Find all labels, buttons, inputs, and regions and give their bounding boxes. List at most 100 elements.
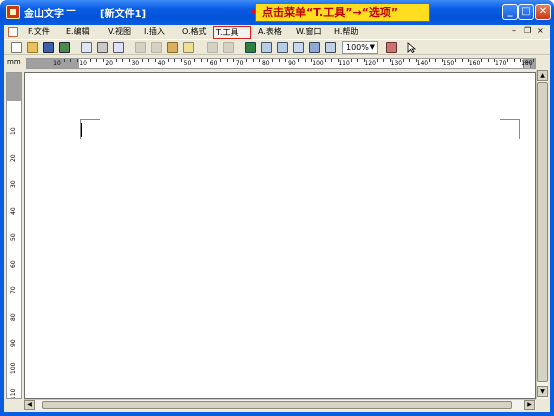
ruler-tick bbox=[402, 59, 404, 62]
ruler-label: 160 bbox=[468, 60, 481, 67]
insert-image-icon[interactable] bbox=[309, 42, 320, 53]
scroll-right-button[interactable]: ▶ bbox=[524, 400, 535, 410]
hyperlink-icon[interactable] bbox=[245, 42, 256, 53]
horizontal-ruler-row: mm 10 10 20 30 40 50 60 70 80 90 100 110 120 130 140 15… bbox=[4, 56, 550, 70]
chevron-down-icon: ▼ bbox=[369, 43, 375, 51]
vruler-top-margin bbox=[7, 73, 21, 101]
instruction-callout: 点击菜单“T.工具”→“选项” bbox=[255, 3, 430, 22]
app-window: 金山文字 — [新文件1] _ □ ✕ 点击菜单“T.工具”→“选项” F.文件… bbox=[0, 0, 554, 416]
format-painter-icon[interactable] bbox=[183, 42, 194, 53]
ruler-tick bbox=[226, 59, 228, 62]
minimize-button[interactable]: _ bbox=[502, 4, 518, 20]
menu-edit[interactable]: E.编辑 bbox=[64, 26, 92, 39]
ruler-tick bbox=[76, 59, 78, 62]
ruler-tick bbox=[376, 59, 378, 62]
ruler-tick bbox=[324, 59, 326, 62]
ruler-tick bbox=[513, 59, 515, 62]
menu-insert[interactable]: I.插入 bbox=[142, 26, 167, 39]
print-icon[interactable] bbox=[97, 42, 108, 53]
insert-table-icon[interactable] bbox=[261, 42, 272, 53]
menu-format[interactable]: O.格式 bbox=[180, 26, 209, 39]
scroll-up-button[interactable]: ▲ bbox=[537, 70, 548, 81]
menu-table[interactable]: A.表格 bbox=[256, 26, 284, 39]
close-button[interactable]: ✕ bbox=[535, 4, 551, 20]
scroll-left-button[interactable]: ◀ bbox=[24, 400, 35, 410]
ruler-label: 20 bbox=[105, 60, 114, 67]
drawing-icon[interactable] bbox=[386, 42, 397, 53]
horizontal-ruler[interactable]: 10 10 20 30 40 50 60 70 80 90 100 110 120 130 140 150 16… bbox=[26, 58, 536, 69]
ruler-tick bbox=[481, 59, 483, 62]
ruler-label: 40 bbox=[157, 60, 166, 67]
insert-frame-icon[interactable] bbox=[277, 42, 288, 53]
open-folder-icon[interactable] bbox=[27, 42, 38, 53]
print-preview-icon[interactable] bbox=[81, 42, 92, 53]
ruler-label: 80 bbox=[261, 60, 270, 67]
size-grip[interactable] bbox=[536, 399, 548, 411]
select-pointer-icon[interactable] bbox=[406, 42, 417, 54]
ruler-label: 70 bbox=[235, 60, 244, 67]
app-title: 金山文字 bbox=[24, 9, 64, 20]
scroll-down-button[interactable]: ▼ bbox=[537, 386, 548, 397]
zoom-value: 100% bbox=[346, 43, 369, 52]
app-logo-icon[interactable] bbox=[6, 5, 20, 19]
document-canvas[interactable] bbox=[24, 72, 536, 399]
zoom-select[interactable]: 100% ▼ bbox=[342, 41, 378, 54]
menu-file[interactable]: F.文件 bbox=[26, 26, 52, 39]
save-icon[interactable] bbox=[43, 42, 54, 53]
ruler-label: 50 bbox=[183, 60, 192, 67]
ruler-tick bbox=[246, 59, 248, 62]
ruler-tick bbox=[461, 59, 463, 62]
insert-textbox-icon[interactable] bbox=[293, 42, 304, 53]
ruler-label: 110 bbox=[338, 60, 350, 67]
ruler-tick bbox=[174, 59, 176, 62]
menu-tools[interactable]: T.工具 bbox=[213, 26, 251, 39]
copy-icon[interactable] bbox=[151, 42, 162, 53]
save-as-icon[interactable] bbox=[59, 42, 70, 53]
insert-chart-icon[interactable] bbox=[325, 42, 336, 53]
ruler-label: 180 bbox=[521, 60, 533, 67]
ruler-tick bbox=[252, 59, 254, 62]
ruler-tick bbox=[233, 59, 235, 62]
maximize-button[interactable]: □ bbox=[518, 4, 534, 20]
standard-toolbar: 100% ▼ bbox=[4, 39, 550, 55]
vruler-label: 10 bbox=[10, 127, 17, 135]
vruler-label: 60 bbox=[10, 259, 17, 268]
client-area: F.文件 E.编辑 V.视图 I.插入 O.格式 T.工具 A.表格 W.窗口 … bbox=[4, 25, 550, 412]
ruler-tick bbox=[200, 59, 202, 62]
ruler-unit: mm bbox=[7, 58, 21, 66]
doc-minimize-button[interactable]: – bbox=[512, 26, 516, 35]
spellcheck-icon[interactable] bbox=[113, 42, 124, 53]
ruler-label: 120 bbox=[364, 60, 376, 67]
vertical-scroll-thumb[interactable] bbox=[537, 82, 548, 382]
vruler-label: 80 bbox=[10, 312, 17, 321]
vertical-scrollbar[interactable]: ▲ ▼ bbox=[536, 70, 548, 399]
menu-view[interactable]: V.视图 bbox=[106, 26, 133, 39]
menu-help[interactable]: H.帮助 bbox=[332, 26, 360, 39]
ruler-tick bbox=[154, 59, 156, 62]
ruler-label: 100 bbox=[312, 60, 324, 67]
new-document-icon[interactable] bbox=[11, 42, 22, 53]
ruler-tick bbox=[89, 59, 91, 62]
menu-window[interactable]: W.窗口 bbox=[294, 26, 324, 39]
text-caret bbox=[81, 123, 82, 137]
title-separator: — bbox=[66, 5, 76, 16]
horizontal-scroll-thumb[interactable] bbox=[42, 401, 512, 409]
ruler-tick bbox=[63, 59, 65, 62]
doc-restore-button[interactable]: ❐ bbox=[524, 26, 531, 35]
paste-icon[interactable] bbox=[167, 42, 178, 53]
document-menu-icon[interactable] bbox=[8, 27, 18, 37]
ruler-label: 170 bbox=[494, 60, 507, 67]
margin-corner-top-right bbox=[500, 119, 520, 139]
vertical-ruler[interactable]: 10 20 30 40 50 60 70 80 90 100 110 bbox=[6, 72, 22, 399]
vruler-label: 110 bbox=[10, 388, 17, 399]
doc-close-button[interactable]: × bbox=[537, 26, 544, 35]
menu-bar: F.文件 E.编辑 V.视图 I.插入 O.格式 T.工具 A.表格 W.窗口 … bbox=[4, 25, 550, 39]
ruler-tick bbox=[167, 59, 169, 62]
horizontal-scrollbar[interactable]: ◀ ▶ bbox=[24, 399, 536, 410]
undo-icon[interactable] bbox=[207, 42, 218, 53]
ruler-tick bbox=[331, 59, 333, 62]
redo-icon[interactable] bbox=[223, 42, 234, 53]
cut-icon[interactable] bbox=[135, 42, 146, 53]
vruler-label: 30 bbox=[10, 180, 17, 188]
ruler-label: 10 bbox=[53, 60, 61, 67]
